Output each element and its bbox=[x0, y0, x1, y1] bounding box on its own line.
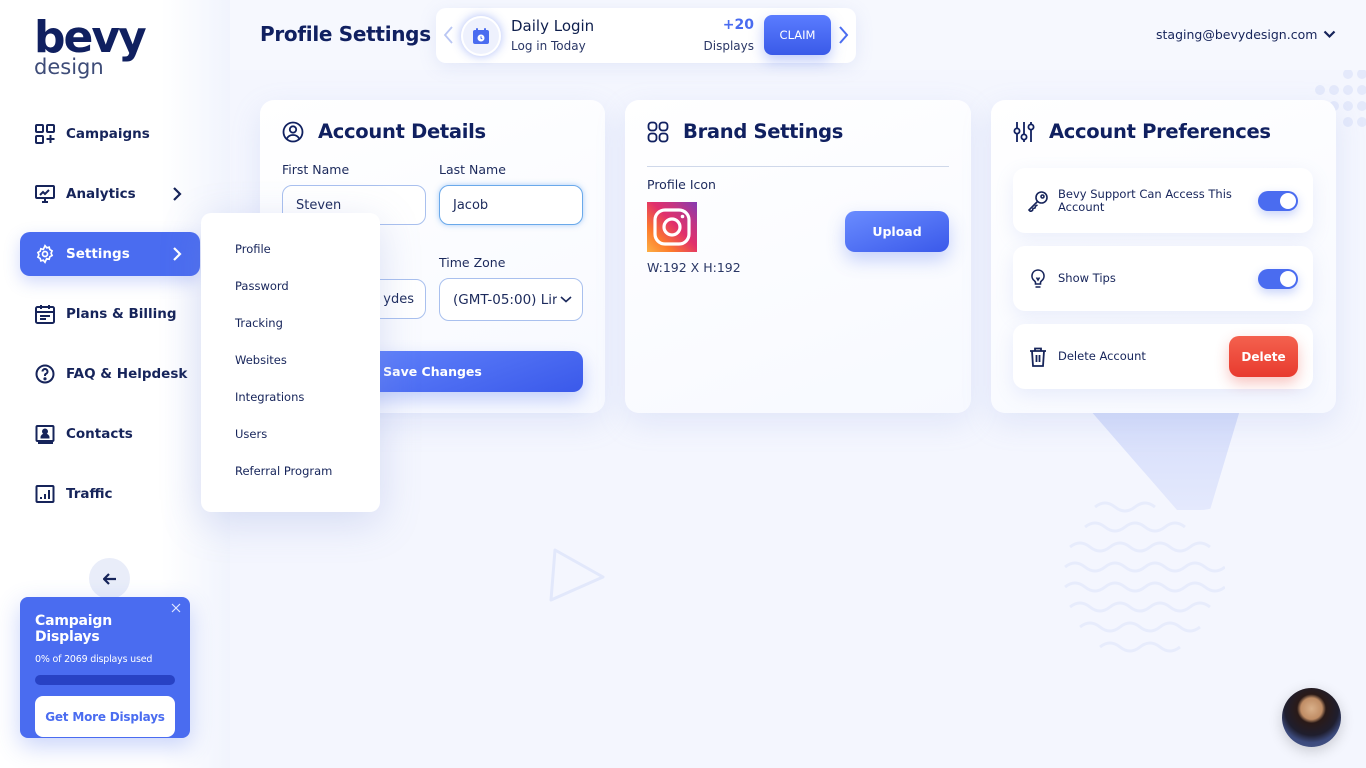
daily-login-title: Daily Login bbox=[511, 17, 595, 35]
submenu-item-integrations[interactable]: Integrations bbox=[235, 390, 380, 427]
support-access-label: Bevy Support Can Access This Account bbox=[1058, 186, 1232, 214]
profile-icon-dimensions: W:192 X H:192 bbox=[647, 260, 741, 275]
profile-icon-label: Profile Icon bbox=[647, 177, 716, 192]
daily-login-points-label: Displays bbox=[703, 39, 754, 53]
calendar-icon bbox=[34, 303, 56, 325]
support-chat-avatar[interactable] bbox=[1282, 688, 1341, 747]
toggle-knob bbox=[1280, 270, 1296, 287]
displays-usage-bar bbox=[35, 675, 175, 685]
logo-wordmark: bevy bbox=[34, 12, 147, 63]
decorative-outline-triangle bbox=[549, 548, 605, 602]
account-details-title: Account Details bbox=[318, 120, 486, 143]
analytics-icon bbox=[34, 183, 56, 205]
traffic-icon bbox=[34, 483, 56, 505]
sidebar-item-label: FAQ & Helpdesk bbox=[66, 366, 188, 382]
user-circle-icon bbox=[282, 121, 304, 143]
chevron-down-icon bbox=[1324, 30, 1336, 39]
chevron-down-icon bbox=[560, 296, 572, 303]
first-name-label: First Name bbox=[282, 162, 350, 177]
sidebar-item-label: Plans & Billing bbox=[66, 306, 177, 322]
chevron-left-icon[interactable] bbox=[442, 25, 454, 45]
sidebar-nav: Campaigns Analytics Settings Plans & Bil… bbox=[20, 112, 200, 532]
key-icon bbox=[1027, 190, 1049, 212]
sidebar-item-label: Analytics bbox=[66, 186, 136, 202]
submenu-item-referral-program[interactable]: Referral Program bbox=[235, 464, 380, 501]
sidebar-item-campaigns[interactable]: Campaigns bbox=[20, 112, 200, 156]
support-access-toggle[interactable] bbox=[1258, 190, 1298, 211]
page-title: Profile Settings bbox=[260, 22, 431, 46]
brand-settings-title: Brand Settings bbox=[683, 120, 844, 143]
sidebar-item-contacts[interactable]: Contacts bbox=[20, 412, 200, 456]
sidebar-item-settings[interactable]: Settings bbox=[20, 232, 200, 276]
show-tips-row: Show Tips bbox=[1013, 246, 1313, 311]
delete-account-label: Delete Account bbox=[1058, 349, 1146, 363]
chevron-right-icon[interactable] bbox=[838, 25, 850, 45]
account-preferences-heading: Account Preferences bbox=[1013, 120, 1271, 143]
brand-settings-heading: Brand Settings bbox=[647, 120, 843, 143]
instagram-icon bbox=[653, 208, 691, 246]
sidebar-item-plans-billing[interactable]: Plans & Billing bbox=[20, 292, 200, 336]
displays-usage-text: 0% of 2069 displays used bbox=[35, 654, 153, 665]
brand-settings-divider bbox=[647, 166, 949, 167]
show-tips-toggle[interactable] bbox=[1258, 268, 1298, 289]
account-preferences-card: Account Preferences Bevy Support Can Acc… bbox=[991, 100, 1336, 413]
displays-card-title: Campaign Displays bbox=[35, 613, 112, 645]
brand-settings-card: Brand Settings Profile Icon W:192 X H:19… bbox=[625, 100, 971, 413]
chevron-right-icon bbox=[173, 187, 182, 201]
contacts-icon bbox=[34, 423, 56, 445]
settings-submenu: Profile Password Tracking Websites Integ… bbox=[201, 213, 380, 512]
support-access-row: Bevy Support Can Access This Account bbox=[1013, 168, 1313, 233]
get-more-displays-button[interactable]: Get More Displays bbox=[35, 696, 175, 737]
daily-login-points: +20 bbox=[722, 17, 754, 33]
lightbulb-icon bbox=[1027, 268, 1049, 290]
calendar-clock-icon bbox=[473, 28, 489, 44]
submenu-item-password[interactable]: Password bbox=[235, 279, 380, 316]
campaigns-icon bbox=[34, 123, 56, 145]
campaign-displays-card: Campaign Displays 0% of 2069 displays us… bbox=[20, 597, 190, 738]
delete-account-button[interactable]: Delete bbox=[1229, 336, 1298, 377]
calendar-clock-badge bbox=[461, 16, 501, 56]
sidebar-item-analytics[interactable]: Analytics bbox=[20, 172, 200, 216]
upload-button[interactable]: Upload bbox=[845, 211, 949, 252]
delete-account-row: Delete Account Delete bbox=[1013, 324, 1313, 389]
sliders-icon bbox=[1013, 121, 1035, 143]
close-icon[interactable] bbox=[171, 603, 181, 613]
sidebar-item-label: Contacts bbox=[66, 426, 133, 442]
sidebar-item-label: Traffic bbox=[66, 486, 113, 502]
timezone-select[interactable]: (GMT-05:00) Lir bbox=[439, 278, 583, 321]
account-preferences-title: Account Preferences bbox=[1049, 120, 1271, 143]
chevron-right-icon bbox=[173, 247, 182, 261]
arrow-left-icon bbox=[102, 572, 116, 585]
sidebar-item-label: Settings bbox=[66, 246, 130, 262]
timezone-value: (GMT-05:00) Lir bbox=[453, 291, 557, 308]
trash-icon bbox=[1027, 346, 1049, 368]
toggle-knob bbox=[1280, 192, 1296, 209]
profile-icon-image bbox=[647, 202, 697, 252]
sidebar-item-traffic[interactable]: Traffic bbox=[20, 472, 200, 516]
last-name-field[interactable]: Jacob bbox=[439, 185, 583, 225]
bevy-logo[interactable]: bevy design bbox=[34, 12, 147, 79]
user-email: staging@bevydesign.com bbox=[1156, 27, 1318, 42]
account-details-heading: Account Details bbox=[282, 120, 486, 143]
collapse-sidebar-button[interactable] bbox=[89, 558, 130, 599]
claim-button[interactable]: CLAIM bbox=[764, 15, 831, 55]
show-tips-label: Show Tips bbox=[1058, 271, 1116, 285]
daily-login-widget: Daily Login Log in Today +20 Displays CL… bbox=[436, 8, 856, 63]
sidebar: bevy design Campaigns Analytics Settings… bbox=[0, 0, 230, 768]
user-menu[interactable]: staging@bevydesign.com bbox=[1156, 27, 1336, 42]
last-name-label: Last Name bbox=[439, 162, 506, 177]
grid-icon bbox=[647, 121, 669, 143]
decorative-waves bbox=[1064, 501, 1225, 653]
sidebar-item-faq-helpdesk[interactable]: FAQ & Helpdesk bbox=[20, 352, 200, 396]
submenu-item-tracking[interactable]: Tracking bbox=[235, 316, 380, 353]
submenu-item-users[interactable]: Users bbox=[235, 427, 380, 464]
timezone-label: Time Zone bbox=[439, 255, 506, 270]
daily-login-subtitle: Log in Today bbox=[511, 39, 586, 53]
gear-icon bbox=[34, 243, 56, 265]
submenu-item-profile[interactable]: Profile bbox=[235, 242, 380, 279]
help-icon bbox=[34, 363, 56, 385]
sidebar-item-label: Campaigns bbox=[66, 126, 150, 142]
submenu-item-websites[interactable]: Websites bbox=[235, 353, 380, 390]
